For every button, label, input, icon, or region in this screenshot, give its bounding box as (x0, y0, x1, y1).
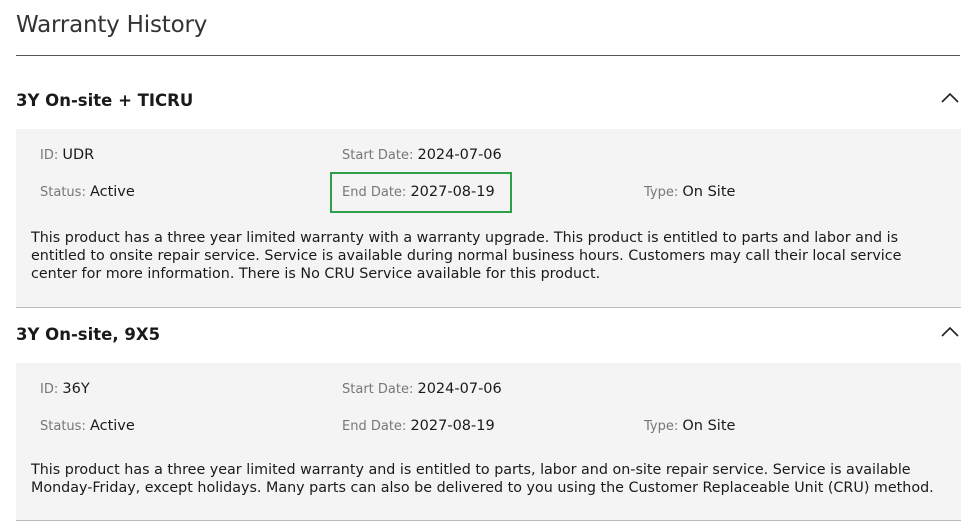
start-date-label: Start Date (342, 382, 409, 397)
end-date-label: End Date (342, 185, 402, 200)
status-label: Status (40, 419, 82, 434)
type-field: Type: On Site (644, 418, 736, 434)
type-value: On Site (682, 418, 736, 434)
warranty-description: This product has a three year limited wa… (31, 230, 902, 282)
warranty-header[interactable]: 3Y On-site + TICRU (16, 73, 961, 129)
warranty-item: 3Y On-site + TICRU ID: UDR Start Date: 2… (16, 73, 961, 308)
start-date-label: Start Date (342, 148, 409, 163)
id-value: 36Y (62, 381, 90, 397)
chevron-up-icon (941, 92, 959, 103)
warranty-name: 3Y On-site + TICRU (16, 91, 194, 110)
status-field: Status: Active (40, 418, 135, 434)
id-label: ID (40, 148, 54, 163)
id-value: UDR (62, 147, 95, 163)
start-date-field: Start Date: 2024-07-06 (342, 381, 502, 397)
collapse-button[interactable] (939, 321, 961, 343)
title-divider (16, 55, 960, 56)
start-date-value: 2024-07-06 (417, 147, 502, 163)
start-date-value: 2024-07-06 (417, 381, 502, 397)
end-date-field: End Date: 2027-08-19 (342, 418, 495, 434)
type-label: Type (644, 419, 674, 434)
id-label: ID (40, 382, 54, 397)
status-value: Active (89, 184, 135, 200)
warranty-name: 3Y On-site, 9X5 (16, 325, 161, 344)
type-field: Type: On Site (644, 184, 736, 200)
end-date-value: 2027-08-19 (410, 418, 495, 434)
status-field: Status: Active (40, 184, 135, 200)
warranty-description: This product has a three year limited wa… (31, 462, 934, 496)
collapse-button[interactable] (939, 87, 961, 109)
type-value: On Site (682, 184, 736, 200)
warranty-details: ID: UDR Start Date: 2024-07-06 Status: A… (16, 129, 961, 308)
type-label: Type (644, 185, 674, 200)
start-date-field: Start Date: 2024-07-06 (342, 147, 502, 163)
id-field: ID: UDR (40, 147, 95, 163)
end-date-field: End Date: 2027-08-19 (342, 184, 495, 200)
status-value: Active (89, 418, 135, 434)
end-date-value: 2027-08-19 (410, 184, 495, 200)
chevron-up-icon (941, 326, 959, 337)
id-field: ID: 36Y (40, 381, 90, 397)
status-label: Status (40, 185, 82, 200)
page-title: Warranty History (16, 12, 208, 38)
end-date-label: End Date (342, 419, 402, 434)
warranty-header[interactable]: 3Y On-site, 9X5 (16, 307, 961, 363)
warranty-item: 3Y On-site, 9X5 ID: 36Y Start Date: 2024… (16, 307, 961, 521)
warranty-details: ID: 36Y Start Date: 2024-07-06 Status: A… (16, 363, 961, 521)
